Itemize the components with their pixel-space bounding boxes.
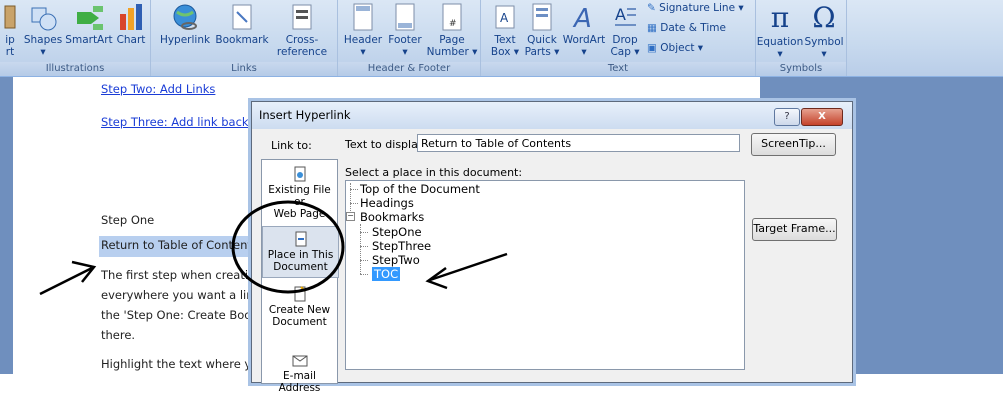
help-button[interactable]: ? (774, 108, 800, 126)
select-place-label: Select a place in this document: (345, 166, 523, 179)
ribbon: Illustrations ip rt Shapes ▾ SmartArt Cha… (0, 0, 1003, 77)
shapes-button[interactable]: Shapes ▾ (22, 2, 64, 58)
place-in-document-button[interactable]: Place in This Document (262, 226, 339, 278)
paragraph-line-3: the 'Step One: Create Bookr (101, 308, 263, 322)
globe-link-icon (173, 4, 197, 30)
clip-art-icon (4, 5, 16, 29)
tree-item-bookmarks[interactable]: Bookmarks (360, 210, 424, 224)
signature-line-button[interactable]: ✎ Signature Line ▾ (647, 2, 744, 14)
drop-cap-icon: A (615, 5, 636, 26)
paragraph-line-2: everywhere you want a link (101, 288, 261, 302)
link-to-label: Link to: (271, 139, 312, 152)
paragraph-line-4: there. (101, 328, 136, 342)
equation-button[interactable]: π Equation ▾ (756, 1, 804, 61)
group-label-illustrations: Illustrations (45, 63, 105, 74)
tree-item-top[interactable]: Top of the Document (360, 182, 480, 196)
existing-file-icon (294, 166, 305, 182)
footer-icon (395, 3, 415, 31)
group-symbols: Symbols π Equation ▾ Ω Symbol ▾ (756, 0, 847, 76)
signature-line-icon: ✎ (647, 2, 656, 14)
calendar-icon: ▦ (647, 22, 657, 34)
place-in-document-icon (295, 231, 306, 247)
header-button[interactable]: Header ▾ (342, 2, 384, 58)
new-document-icon (294, 286, 306, 302)
header-icon (353, 3, 373, 31)
pi-icon: π (770, 1, 790, 34)
paragraph-line-5: Highlight the text where yo (101, 357, 259, 371)
shapes-icon (31, 7, 57, 31)
smartart-button[interactable]: SmartArt (64, 2, 114, 46)
step-three-link[interactable]: Step Three: Add link back to (101, 115, 264, 129)
group-text: Text A Text Box ▾ Quick Parts ▾ A WordAr… (481, 0, 756, 76)
email-icon (292, 355, 307, 367)
group-label-header-footer: Header & Footer (367, 63, 451, 74)
tree-item-headings[interactable]: Headings (360, 196, 414, 210)
text-box-button[interactable]: A Text Box ▾ (489, 2, 521, 58)
group-links: Links Hyperlink Bookmark Cross-reference (151, 0, 338, 76)
dialog-title-bar[interactable]: Insert Hyperlink (252, 102, 852, 129)
group-label-links: Links (231, 63, 257, 74)
create-new-document-button[interactable]: Create New Document (262, 286, 337, 330)
group-illustrations: Illustrations ip rt Shapes ▾ SmartArt Cha… (0, 0, 151, 76)
wordart-icon: A (572, 4, 592, 32)
symbol-button[interactable]: Ω Symbol ▾ (804, 1, 844, 61)
page-number-icon: # (442, 3, 462, 31)
document-place-tree[interactable]: Top of the Document Headings − Bookmarks… (345, 180, 745, 370)
text-box-icon: A (495, 5, 515, 29)
tree-item-stepone[interactable]: StepOne (372, 225, 422, 239)
group-label-symbols: Symbols (779, 63, 823, 74)
tree-item-toc[interactable]: TOC (372, 267, 401, 281)
group-header-footer: Header & Footer Header ▾ Footer ▾ # Page N… (338, 0, 481, 76)
close-button[interactable]: X (801, 108, 843, 126)
clip-art-button[interactable]: ip rt (0, 2, 20, 58)
ribbon-empty-area (847, 0, 1003, 76)
step-two-link[interactable]: Step Two: Add Links (101, 82, 215, 96)
svg-text:#: # (449, 19, 457, 29)
svg-text:A: A (615, 5, 626, 24)
collapse-icon[interactable]: − (346, 212, 355, 221)
object-button[interactable]: ▣ Object ▾ (647, 42, 703, 54)
group-label-text: Text (607, 63, 629, 74)
step-one-heading: Step One (101, 213, 155, 227)
target-frame-button[interactable]: Target Frame... (752, 218, 837, 241)
return-to-toc-text[interactable]: Return to Table of Contents (101, 238, 258, 252)
existing-file-button[interactable]: Existing File or Web Page (262, 166, 337, 220)
omega-icon: Ω (812, 1, 836, 34)
smartart-icon (77, 6, 103, 30)
svg-text:A: A (572, 4, 592, 32)
drop-cap-button[interactable]: A Drop Cap ▾ (607, 2, 643, 58)
footer-button[interactable]: Footer ▾ (384, 2, 426, 58)
cross-reference-icon (292, 4, 312, 30)
tree-item-steptwo[interactable]: StepTwo (372, 253, 420, 267)
screentip-button[interactable]: ScreenTip... (751, 133, 836, 156)
text-to-display-label: Text to display: (345, 138, 428, 151)
page-number-button[interactable]: # Page Number ▾ (426, 2, 478, 58)
text-to-display-input[interactable]: Return to Table of Contents (417, 134, 740, 152)
tree-item-stepthree[interactable]: StepThree (372, 239, 431, 253)
bookmark-icon (232, 4, 252, 30)
svg-text:A: A (500, 11, 509, 25)
chart-button[interactable]: Chart (114, 2, 148, 46)
quick-parts-icon (532, 3, 552, 31)
paragraph-line-1: The first step when creating (101, 268, 263, 282)
wordart-button[interactable]: A WordArt ▾ (561, 2, 607, 58)
date-time-button[interactable]: ▦ Date & Time (647, 22, 726, 34)
object-icon: ▣ (647, 42, 657, 54)
bookmark-button[interactable]: Bookmark (215, 2, 269, 46)
cross-reference-button[interactable]: Cross-reference (269, 2, 335, 58)
chart-icon (120, 4, 142, 30)
insert-hyperlink-dialog: Insert Hyperlink ? X Link to: Text to di… (251, 101, 853, 394)
link-to-bar: Existing File or Web Page Place in This … (261, 159, 339, 394)
dialog-title: Insert Hyperlink (259, 108, 351, 122)
hyperlink-button[interactable]: Hyperlink (155, 2, 215, 46)
email-address-button[interactable]: E-mail Address (262, 352, 337, 394)
quick-parts-button[interactable]: Quick Parts ▾ (523, 2, 561, 58)
